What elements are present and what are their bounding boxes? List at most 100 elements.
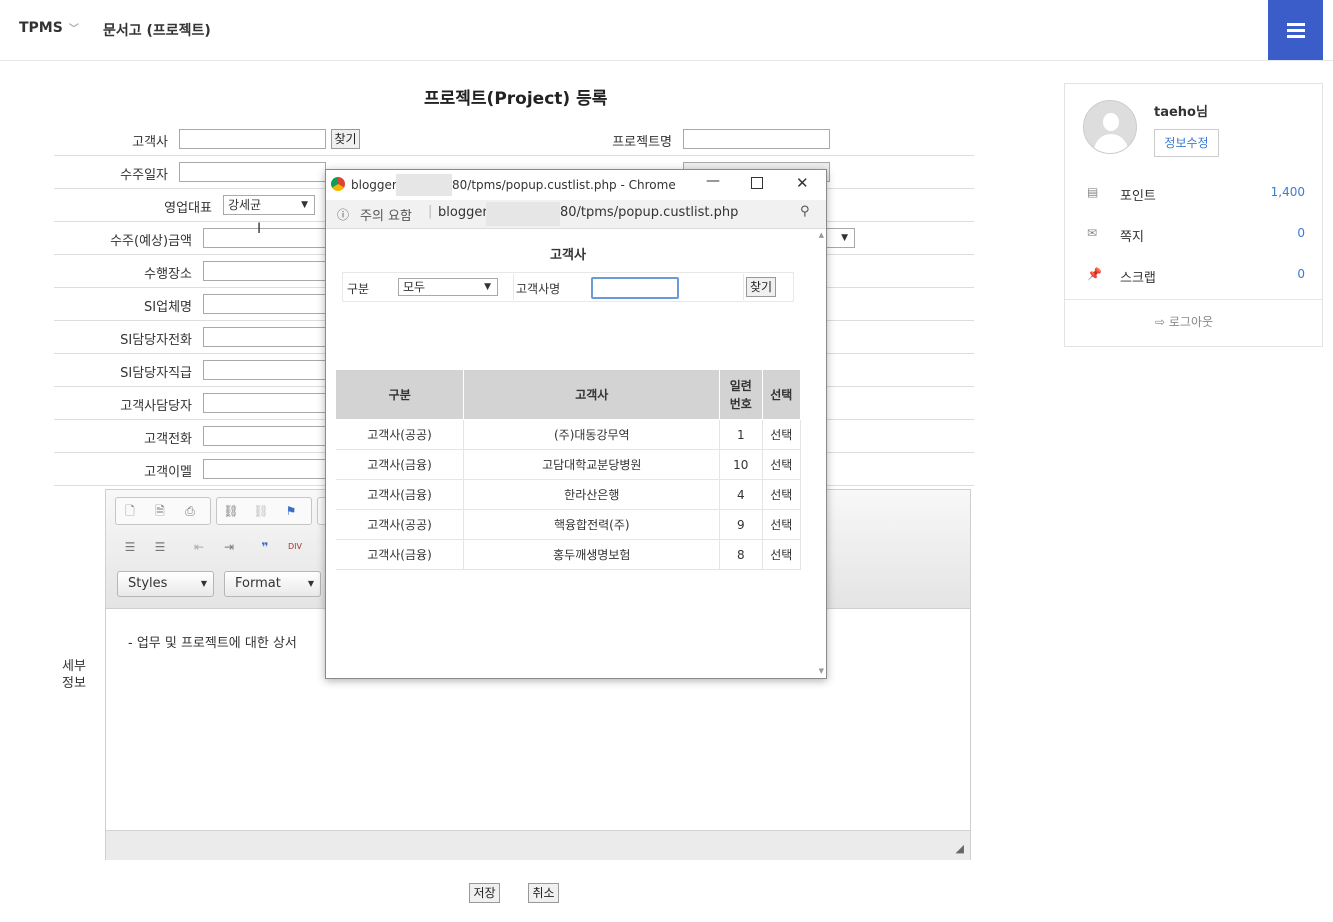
category-select[interactable]: 모두 ▼	[398, 278, 498, 296]
right-select[interactable]: ▼	[826, 228, 855, 248]
cell-customer: (주)대동강무역	[463, 419, 721, 450]
customer-popup-window: blogger. 80/tpms/popup.custlist.php - Ch…	[325, 169, 827, 679]
cell-select-link[interactable]: 선택	[762, 539, 802, 570]
cell-select-link[interactable]: 선택	[762, 449, 802, 480]
format-combo[interactable]: Format ▼	[224, 571, 321, 597]
cell-select-link[interactable]: 선택	[762, 479, 802, 510]
sidebar-item-messages[interactable]: ✉ 쪽지 0	[1087, 226, 1305, 246]
save-button[interactable]: 저장	[469, 883, 500, 903]
info-icon[interactable]: ⓘ	[337, 206, 349, 223]
link-icon[interactable]: ⛓	[223, 503, 239, 519]
customer-name-input[interactable]	[591, 277, 679, 299]
zoom-icon[interactable]: ⚲	[800, 204, 810, 219]
si-company-label: SI업체명	[144, 300, 192, 315]
scroll-down-arrow-icon[interactable]: ▼	[819, 667, 824, 675]
unlink-icon[interactable]: ⛓	[253, 503, 269, 519]
close-icon[interactable]: ✕	[796, 174, 809, 192]
indent-icon[interactable]: ⇥	[221, 539, 237, 555]
chevron-down-icon: ﹀	[68, 24, 79, 35]
customer-find-button[interactable]: 찾기	[331, 129, 360, 149]
project-name-input[interactable]	[683, 129, 830, 149]
link-toolbar-group: ⛓ ⛓ ⚑	[216, 497, 312, 525]
table-row: 고객사(금융) 고담대학교분당병원 10 선택	[335, 449, 802, 480]
cell-select-link[interactable]: 선택	[762, 419, 802, 450]
category-value: 모두	[403, 280, 426, 294]
resize-handle-icon[interactable]: ◢	[956, 842, 964, 855]
customer-phone-label: 고객전화	[144, 432, 192, 447]
username: taeho님	[1154, 105, 1208, 120]
customer-input[interactable]	[179, 129, 326, 149]
customer-table: 구분 고객사 일련 번호 선택 고객사(공공) (주)대동강무역 1 선택 고객사(금융…	[334, 369, 802, 570]
address-prefix: blogger	[438, 205, 488, 220]
bulleted-list-icon[interactable]: ☰	[152, 539, 168, 555]
filter-divider	[743, 274, 744, 300]
security-warning[interactable]: 주의 요함	[360, 205, 412, 224]
si-phone-input[interactable]	[203, 327, 326, 347]
scroll-up-arrow-icon[interactable]: ▲	[819, 231, 824, 239]
messages-value: 0	[1297, 226, 1305, 240]
cancel-button[interactable]: 취소	[528, 883, 559, 903]
scrap-value: 0	[1297, 267, 1305, 281]
editor-content[interactable]: - 업무 및 프로젝트에 대한 상서	[128, 632, 297, 651]
logout-icon: ⇨	[1155, 315, 1169, 329]
preview-icon[interactable]: 🗎	[152, 503, 168, 519]
filter-row: 구분 모두 ▼ 고객사명 찾기	[342, 272, 794, 302]
styles-combo[interactable]: Styles ▼	[117, 571, 214, 597]
edit-profile-button[interactable]: 정보수정	[1154, 129, 1219, 157]
si-rank-input[interactable]	[203, 360, 326, 380]
breadcrumb[interactable]: 문서고 (프로젝트)	[103, 20, 211, 40]
dropdown-arrow-icon: ▼	[841, 233, 848, 243]
points-label: 포인트	[1120, 189, 1156, 204]
print-icon[interactable]: ⎙	[182, 503, 198, 519]
top-navbar: TPMS ﹀ 문서고 (프로젝트)	[0, 0, 1333, 61]
place-input[interactable]	[203, 261, 326, 281]
dropdown-arrow-icon: ▼	[484, 282, 491, 292]
col-serial: 일련 번호	[719, 369, 763, 420]
order-date-input[interactable]	[179, 162, 326, 182]
category-label: 구분	[347, 282, 370, 296]
cell-serial: 1	[719, 419, 763, 450]
col-customer: 고객사	[463, 369, 721, 420]
blockquote-icon[interactable]: ❞	[257, 539, 273, 555]
cell-customer: 핵융합전력(주)	[463, 509, 721, 540]
table-row: 고객사(공공) (주)대동강무역 1 선택	[335, 419, 802, 450]
redacted-address	[486, 202, 560, 226]
redacted-host	[396, 174, 452, 196]
dropdown-arrow-icon: ▼	[200, 579, 207, 588]
customer-contact-input[interactable]	[203, 393, 326, 413]
sidebar-item-scrap[interactable]: 📌 스크랩 0	[1087, 267, 1305, 287]
avatar	[1083, 100, 1137, 154]
document-toolbar-group: 🗋 🗎 ⎙	[115, 497, 211, 525]
table-row: 고객사(금융) 홍두깨생명보험 8 선택	[335, 539, 802, 570]
popup-find-button[interactable]: 찾기	[746, 277, 776, 297]
amount-input[interactable]	[203, 228, 326, 248]
si-company-input[interactable]	[203, 294, 326, 314]
maximize-icon[interactable]	[751, 177, 763, 189]
sales-rep-select[interactable]: 강세균 ▼	[223, 195, 315, 215]
new-page-icon[interactable]: 🗋	[122, 503, 138, 519]
avatar-body	[1094, 134, 1128, 153]
popup-title-bar[interactable]: blogger. 80/tpms/popup.custlist.php - Ch…	[326, 170, 826, 200]
customer-email-input[interactable]	[203, 459, 326, 479]
hamburger-menu-button[interactable]	[1268, 0, 1323, 60]
brand-menu[interactable]: TPMS ﹀	[19, 20, 79, 36]
list-toolbar-group: ☰ ☰ ⇤ ⇥ ❞ DIV	[115, 534, 315, 562]
address-suffix: 80/tpms/popup.custlist.php	[560, 205, 739, 220]
dropdown-arrow-icon: ▼	[307, 579, 314, 588]
logout-label: 로그아웃	[1168, 315, 1214, 329]
logout-link[interactable]: ⇨ 로그아웃	[1155, 313, 1213, 330]
sidebar-item-points[interactable]: ▤ 포인트 1,400	[1087, 185, 1305, 205]
text-cursor-icon: I	[257, 221, 262, 237]
anchor-flag-icon[interactable]: ⚑	[283, 503, 299, 519]
div-container-icon[interactable]: DIV	[287, 539, 303, 555]
minimize-icon[interactable]: —	[706, 173, 720, 189]
cell-customer: 고담대학교분당병원	[463, 449, 721, 480]
cell-customer: 홍두깨생명보험	[463, 539, 721, 570]
outdent-icon[interactable]: ⇤	[191, 539, 207, 555]
cell-select-link[interactable]: 선택	[762, 509, 802, 540]
customer-phone-input[interactable]	[203, 426, 326, 446]
numbered-list-icon[interactable]: ☰	[122, 539, 138, 555]
customer-contact-label: 고객사담당자	[120, 399, 192, 414]
window-title-prefix: blogger.	[351, 178, 400, 192]
hamburger-icon	[1287, 23, 1305, 26]
